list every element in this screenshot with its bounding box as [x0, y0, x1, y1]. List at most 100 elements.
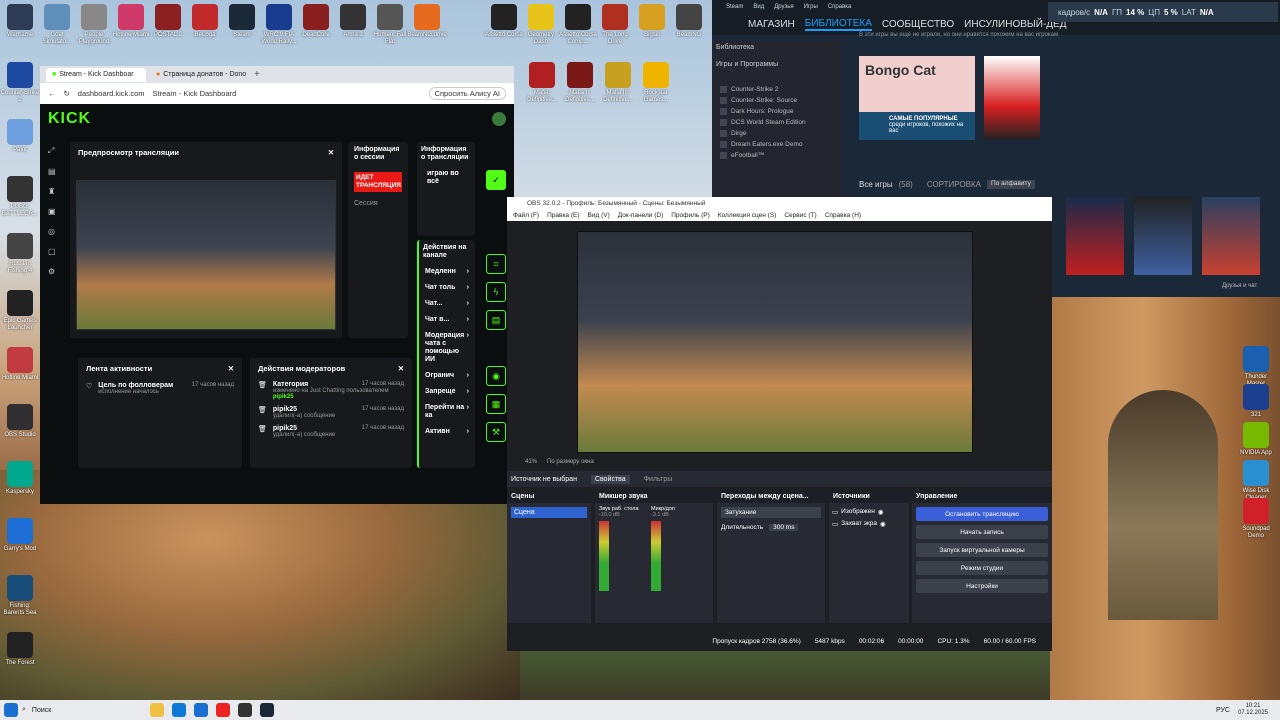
steam-menu-item[interactable]: Игры [804, 4, 818, 10]
eye-icon[interactable]: ◉ [878, 508, 884, 516]
desktop-icon[interactable]: PUBG: BATTLEGR... [0, 176, 40, 218]
reload-icon[interactable]: ↻ [64, 89, 70, 98]
taskbar-search[interactable]: Поиск [26, 707, 146, 714]
desktop-icon[interactable]: Hotline Miami [0, 347, 40, 382]
properties-button[interactable]: Свойства [590, 474, 630, 484]
action-item[interactable]: Активн › [419, 424, 475, 440]
steam-nav-item[interactable]: БИБЛИОТЕКА [804, 18, 872, 31]
desktop-icon[interactable]: Soundpad Demo [1236, 498, 1276, 540]
action-item[interactable]: Чат в... › [419, 312, 475, 328]
wrc7-card[interactable] [984, 56, 1040, 140]
alice-button[interactable]: Спросить Алису AI [428, 87, 506, 100]
transition-select[interactable]: Затухание [721, 507, 821, 518]
library-home[interactable]: Библиотека [712, 40, 842, 55]
desktop-icon[interactable]: 321 [1236, 384, 1276, 419]
desktop-icon[interactable]: Hotline Miami [111, 4, 151, 39]
desktop-icon[interactable]: Warframe [0, 4, 40, 39]
trophy-icon[interactable]: ♜ [48, 187, 60, 196]
bongo-cat-card[interactable]: Bongo Cat САМЫЕ ПОПУЛЯРНЫЕ среди игроков,… [859, 56, 975, 140]
desktop-icon[interactable]: People Playground [74, 4, 114, 46]
library-filter[interactable]: Игры и Программы [712, 55, 842, 74]
steam-nav-item[interactable]: СООБЩЕСТВО [882, 19, 954, 30]
lang-indicator[interactable]: РУС [1216, 707, 1230, 714]
filters-button[interactable]: Фильтры [644, 476, 673, 483]
desktop-icon[interactable]: Assetto Corsa Comp... [558, 4, 598, 46]
scene-item[interactable]: Сцена [511, 507, 587, 518]
desktop-icon[interactable]: Garry's Mod [0, 518, 40, 553]
avatar[interactable] [492, 112, 506, 126]
settings-icon[interactable]: ⚙ [48, 267, 60, 276]
doc-icon[interactable]: ▤ [486, 310, 506, 330]
explorer-icon[interactable] [149, 703, 164, 717]
desktop-icon[interactable]: Thunder Master [1236, 346, 1276, 388]
video-icon[interactable]: ▣ [48, 207, 60, 216]
edge-icon[interactable] [171, 703, 186, 717]
store-icon[interactable] [193, 703, 208, 717]
steam-menu-item[interactable]: Steam [726, 4, 743, 10]
control-button[interactable]: Остановить трансляцию [916, 507, 1048, 521]
desktop-icon[interactable]: Geometry Dash [521, 4, 561, 46]
desktop-icon[interactable]: The Long Drive [595, 4, 635, 46]
start-icon[interactable] [4, 703, 18, 717]
obs-menu-item[interactable]: Док-панели (D) [618, 212, 663, 219]
action-item[interactable]: Модерация чата с помощью ИИ › [419, 328, 475, 368]
game-item[interactable]: Counter-Strike 2 [712, 84, 842, 95]
control-button[interactable]: Настройки [916, 579, 1048, 593]
desktop-icon[interactable]: Rockstar Games... [636, 62, 676, 104]
action-item[interactable]: Чат... › [419, 296, 475, 312]
duration-input[interactable]: 300 ms [769, 524, 799, 531]
desktop-icon[interactable]: Mafia III: Definitive... [598, 62, 638, 104]
new-tab-button[interactable]: + [254, 69, 260, 80]
tab-kick[interactable]: ■ Stream - Kick Dashboar [46, 67, 146, 82]
broadcast-icon[interactable]: ◉ [486, 366, 506, 386]
source-item[interactable]: ▭ Изображен ◉ [832, 506, 906, 518]
assetto-corsa-tile[interactable] [1066, 197, 1124, 275]
close-icon[interactable]: ✕ [228, 364, 234, 373]
friends-chat[interactable]: Друзья и чат [1222, 283, 1257, 289]
steam-nav-item[interactable]: МАГАЗИН [748, 19, 795, 30]
tab-donation[interactable]: ● Страница донатов - Dono [150, 68, 250, 82]
obs-icon[interactable] [237, 703, 252, 717]
desktop-icon[interactable]: OBS Studio [0, 404, 40, 439]
close-icon[interactable]: ✕ [398, 364, 404, 373]
chat-icon[interactable]: ▢ [48, 247, 60, 256]
desktop-icon[interactable]: NVIDIA App [1236, 422, 1276, 457]
action-item[interactable]: Перейти на ка › [419, 400, 475, 424]
media-icon[interactable]: ▦ [486, 394, 506, 414]
desktop-icon[interactable]: BeamNG.drive [407, 4, 447, 39]
kick-logo[interactable]: KICK [48, 110, 91, 128]
mod-item-user[interactable]: pipik25 [273, 394, 404, 400]
scan-icon[interactable]: ⌗ [486, 254, 506, 274]
obs-menu-item[interactable]: Вид (V) [588, 212, 610, 219]
steam-menu-item[interactable]: Вид [753, 4, 764, 10]
desktop-icon[interactable]: Paint [0, 119, 40, 154]
obs-menu-item[interactable]: Сервис (T) [784, 212, 816, 219]
back-icon[interactable]: ← [48, 89, 56, 98]
sort-select[interactable]: По алфавиту [986, 180, 1035, 189]
desktop-icon[interactable]: Mafia: Definitive... [522, 62, 562, 104]
bolt-icon[interactable]: ϟ [486, 282, 506, 302]
desktop-icon[interactable]: Russian Fishing 4 [0, 233, 40, 275]
obs-menu-item[interactable]: Правка (E) [547, 212, 579, 219]
wrench-icon[interactable]: ⚒ [486, 422, 506, 442]
desktop-icon[interactable]: Wise Disk Cleaner [1236, 460, 1276, 502]
game-item[interactable]: Dirge [712, 128, 842, 139]
steam-menu-item[interactable]: Друзья [774, 4, 793, 10]
obs-menu-item[interactable]: Файл (F) [513, 212, 539, 219]
desktop-icon[interactable]: BeamNG [669, 4, 709, 39]
desktop-icon[interactable]: BeLoga [185, 4, 225, 39]
control-button[interactable]: Начать запись [916, 525, 1048, 539]
desktop-icon[interactable]: Human: Fall Flat [370, 4, 410, 46]
game-item[interactable]: DCS World Steam Edition [712, 117, 842, 128]
beamng-tile[interactable] [1202, 197, 1260, 275]
action-item[interactable]: Медленн › [419, 264, 475, 280]
action-item[interactable]: Чат толь › [419, 280, 475, 296]
game-item[interactable]: Dark Hours: Prologue [712, 106, 842, 117]
obs-menu-item[interactable]: Коллекция сцен (S) [718, 212, 777, 219]
control-button[interactable]: Режим студии [916, 561, 1048, 575]
desktop-icon[interactable]: Steam [222, 4, 262, 39]
desktop-icon[interactable]: Goat Simulato... [37, 4, 77, 46]
desktop-icon[interactable]: Arma 3 [333, 4, 373, 39]
game-item[interactable]: eFootball™ [712, 150, 842, 161]
desktop-icon[interactable]: WRC 9 FIA World Rally... [259, 4, 299, 46]
